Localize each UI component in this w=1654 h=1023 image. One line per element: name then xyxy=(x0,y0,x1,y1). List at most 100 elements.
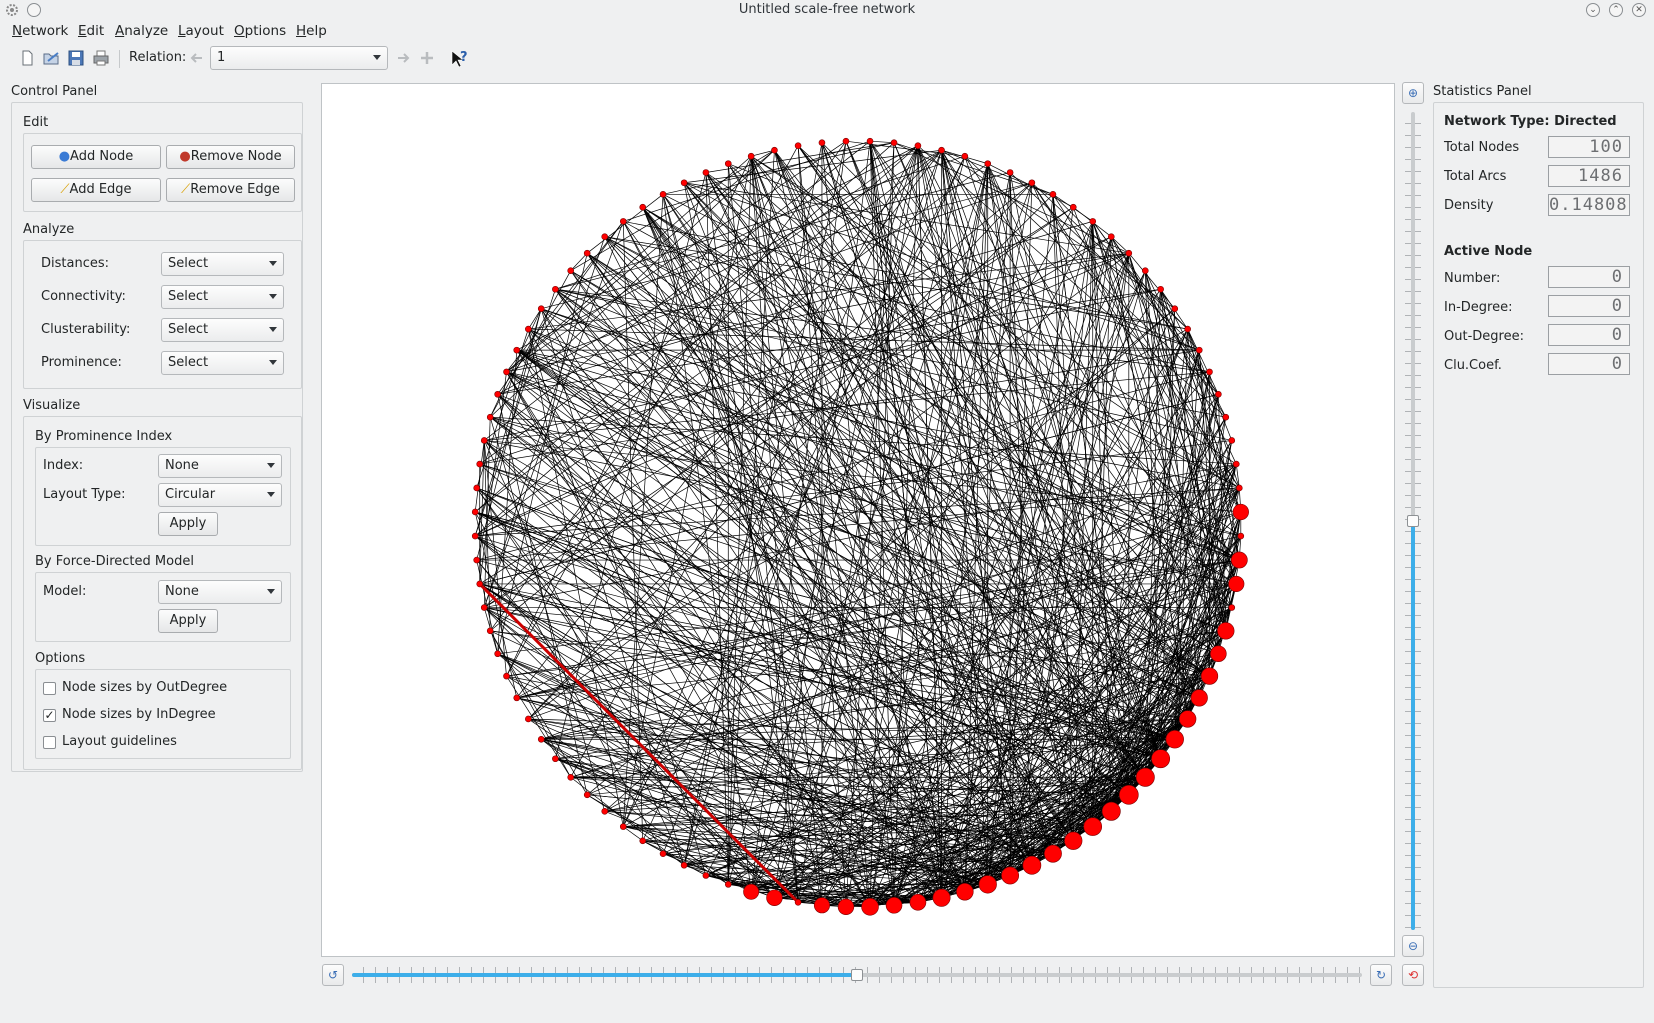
node[interactable] xyxy=(702,872,710,879)
node[interactable] xyxy=(1044,844,1062,863)
node[interactable] xyxy=(659,850,667,857)
add-node-button[interactable]: ●Add Node xyxy=(31,145,161,169)
node-sizes-by-outdegree-checkbox[interactable] xyxy=(43,682,56,695)
node[interactable] xyxy=(1232,503,1249,521)
node[interactable] xyxy=(503,672,510,680)
node-sizes-by-indegree-checkbox[interactable]: ✓ xyxy=(43,709,56,722)
node[interactable] xyxy=(1089,218,1097,225)
node[interactable] xyxy=(861,898,879,916)
node[interactable] xyxy=(724,881,732,888)
node[interactable] xyxy=(1069,203,1077,211)
node[interactable] xyxy=(1217,622,1235,640)
node[interactable] xyxy=(1206,368,1213,376)
node[interactable] xyxy=(619,218,627,225)
node[interactable] xyxy=(1125,249,1133,257)
node[interactable] xyxy=(552,285,559,293)
zoom-out-icon[interactable]: ⊖ xyxy=(1402,935,1424,957)
node[interactable] xyxy=(1222,413,1230,421)
menu-options[interactable]: Options xyxy=(234,23,286,39)
layout-guidelines-checkbox[interactable] xyxy=(43,736,56,749)
node[interactable] xyxy=(476,580,484,588)
node[interactable] xyxy=(494,390,501,398)
zoom-in-icon[interactable]: ⊕ xyxy=(1402,82,1424,104)
node[interactable] xyxy=(866,137,874,145)
node[interactable] xyxy=(1083,817,1103,836)
rotation-slider-handle[interactable] xyxy=(851,969,863,981)
node[interactable] xyxy=(480,437,488,444)
node[interactable] xyxy=(471,532,479,540)
new-file-icon[interactable] xyxy=(18,49,36,67)
node[interactable] xyxy=(513,346,521,354)
node[interactable] xyxy=(1200,667,1219,685)
node[interactable] xyxy=(743,883,760,900)
node[interactable] xyxy=(1101,801,1121,821)
node[interactable] xyxy=(1135,767,1155,787)
node[interactable] xyxy=(961,152,969,160)
node[interactable] xyxy=(1210,645,1227,662)
node[interactable] xyxy=(567,773,575,781)
node[interactable] xyxy=(1141,267,1149,275)
node[interactable] xyxy=(813,897,830,914)
previous-relation-icon[interactable] xyxy=(188,49,206,67)
node[interactable] xyxy=(473,556,480,564)
node[interactable] xyxy=(1064,831,1083,850)
node[interactable] xyxy=(837,898,855,916)
node[interactable] xyxy=(1119,785,1139,805)
distances-select[interactable]: Select xyxy=(161,252,284,276)
whats-this-icon[interactable]: ? xyxy=(450,49,468,68)
node[interactable] xyxy=(1230,551,1248,569)
node[interactable] xyxy=(552,755,559,763)
node-sizes-by-indegree-label[interactable]: Node sizes by InDegree xyxy=(62,707,216,722)
node[interactable] xyxy=(525,325,532,333)
node[interactable] xyxy=(1001,866,1020,885)
node[interactable] xyxy=(476,460,484,468)
node[interactable] xyxy=(842,137,850,145)
node[interactable] xyxy=(1165,730,1184,749)
node[interactable] xyxy=(1237,532,1245,540)
zoom-slider[interactable] xyxy=(1402,112,1424,930)
node[interactable] xyxy=(1215,390,1222,398)
node[interactable] xyxy=(639,837,647,845)
node[interactable] xyxy=(818,139,826,146)
node[interactable] xyxy=(794,142,802,150)
rotate-right-icon[interactable]: ↻ xyxy=(1370,964,1392,986)
clusterability-select[interactable]: Select xyxy=(161,318,284,342)
node[interactable] xyxy=(1179,710,1197,728)
node[interactable] xyxy=(619,823,627,830)
menu-edit[interactable]: Edit xyxy=(78,23,104,39)
node[interactable] xyxy=(583,791,591,799)
node[interactable] xyxy=(1184,325,1191,333)
add-edge-button[interactable]: ⟋Add Edge xyxy=(31,178,161,202)
node[interactable] xyxy=(503,368,510,376)
node[interactable] xyxy=(486,413,494,421)
node[interactable] xyxy=(932,888,951,907)
menu-analyze[interactable]: Analyze xyxy=(115,23,168,39)
node[interactable] xyxy=(1157,285,1164,293)
node[interactable] xyxy=(1195,346,1203,354)
node[interactable] xyxy=(583,249,591,257)
node[interactable] xyxy=(1228,575,1245,592)
node[interactable] xyxy=(486,627,494,635)
connectivity-select[interactable]: Select xyxy=(161,285,284,309)
node[interactable] xyxy=(1006,169,1014,176)
node[interactable] xyxy=(747,152,755,160)
save-icon[interactable] xyxy=(67,49,85,67)
node[interactable] xyxy=(885,897,903,914)
node[interactable] xyxy=(1228,604,1236,611)
node[interactable] xyxy=(1022,855,1042,875)
node[interactable] xyxy=(537,735,545,743)
node[interactable] xyxy=(537,305,545,313)
node[interactable] xyxy=(513,694,521,702)
open-file-icon[interactable] xyxy=(42,49,60,67)
node[interactable] xyxy=(680,179,688,187)
node[interactable] xyxy=(890,139,898,146)
layout-type-select[interactable]: Circular xyxy=(158,483,282,507)
node[interactable] xyxy=(1028,179,1036,187)
index-select[interactable]: None xyxy=(158,454,282,478)
node[interactable] xyxy=(1232,460,1240,468)
node[interactable] xyxy=(956,883,974,901)
node[interactable] xyxy=(525,715,532,723)
node[interactable] xyxy=(567,267,575,275)
node[interactable] xyxy=(1049,191,1057,198)
node[interactable] xyxy=(1151,749,1171,769)
